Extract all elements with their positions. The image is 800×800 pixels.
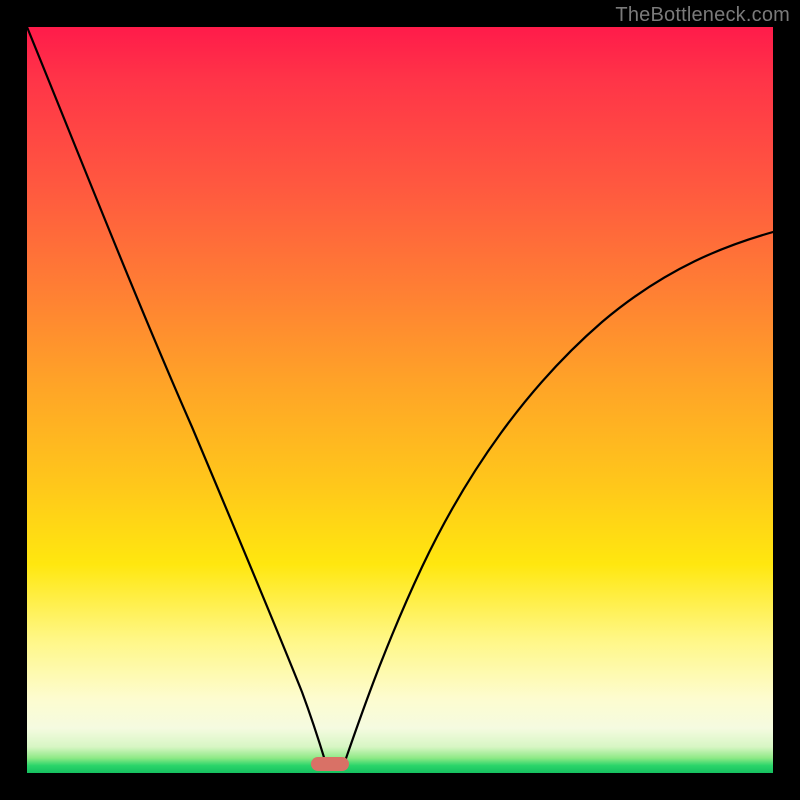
bottleneck-curve	[27, 27, 773, 773]
curve-right-branch	[343, 232, 773, 767]
valley-marker	[311, 757, 349, 771]
watermark-text: TheBottleneck.com	[615, 4, 790, 27]
curve-left-branch	[27, 27, 327, 767]
plot-area	[27, 27, 773, 773]
chart-frame: TheBottleneck.com	[0, 0, 800, 800]
